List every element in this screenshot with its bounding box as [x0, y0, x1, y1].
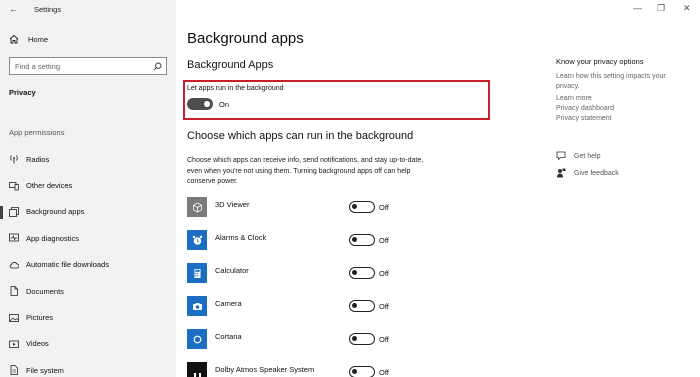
picture-icon — [9, 313, 19, 323]
sidebar-item-label: File system — [26, 365, 64, 375]
sidebar-item-documents[interactable]: Documents — [0, 278, 176, 304]
help-chat-icon — [556, 151, 566, 161]
search-input[interactable]: Find a setting — [9, 57, 167, 75]
camera-icon — [187, 296, 207, 316]
radio-icon — [9, 154, 19, 164]
app-toggle-state: Off — [379, 302, 389, 311]
app-row-camera: Camera Off — [187, 296, 407, 318]
sidebar-nav: Radios Other devices Background apps App… — [0, 146, 176, 377]
get-help-link[interactable]: Get help — [556, 151, 600, 161]
toggle-knob — [204, 101, 210, 107]
home-label: Home — [28, 34, 49, 44]
app-toggle[interactable] — [349, 267, 375, 279]
sidebar-item-label: Automatic file downloads — [26, 260, 109, 270]
app-row-3d-viewer: 3D Viewer Off — [187, 197, 407, 219]
home-icon — [9, 34, 19, 44]
home-link[interactable]: Home — [9, 34, 48, 44]
toggle-knob — [352, 204, 357, 209]
sidebar-item-label: Documents — [26, 286, 64, 296]
app-name: Calculator — [215, 266, 249, 275]
section-subtitle: Background Apps — [187, 59, 274, 71]
sidebar-item-label: Pictures — [26, 313, 54, 323]
app-row-alarms-clock: Alarms & Clock Off — [187, 230, 407, 252]
devices-icon — [9, 181, 19, 191]
toggle-knob — [352, 237, 357, 242]
video-icon — [9, 339, 19, 349]
app-toggle[interactable] — [349, 333, 375, 345]
sidebar-item-label: App diagnostics — [26, 233, 79, 243]
app-row-dolby-atmos: Dolby Atmos Speaker System Off — [187, 362, 407, 377]
privacy-options-title: Know your privacy options — [556, 57, 644, 66]
app-toggle-state: Off — [379, 203, 389, 212]
app-toggle-state: Off — [379, 335, 389, 344]
permissions-heading: App permissions — [9, 128, 65, 137]
sidebar-item-label: Radios — [26, 154, 50, 164]
master-background-toggle[interactable] — [187, 98, 213, 110]
privacy-options-text: Learn how this setting impacts your priv… — [556, 73, 666, 90]
page-title: Background apps — [187, 30, 304, 47]
app-name: Camera — [215, 299, 242, 308]
window-title: Settings — [34, 5, 62, 14]
cloud-icon — [9, 260, 19, 270]
app-toggle[interactable] — [349, 300, 375, 312]
sidebar-item-label: Videos — [26, 339, 49, 349]
diagnostics-icon — [9, 233, 19, 243]
toggle-knob — [352, 270, 357, 275]
back-arrow-icon[interactable]: ← — [9, 4, 18, 14]
sidebar-item-label: Background apps — [26, 207, 85, 217]
app-name: 3D Viewer — [215, 200, 250, 209]
cortana-icon — [187, 329, 207, 349]
give-feedback-label: Give feedback — [574, 169, 619, 177]
sidebar-item-label: Other devices — [26, 181, 73, 191]
sidebar-item-automatic-file-downloads[interactable]: Automatic file downloads — [0, 252, 176, 278]
privacy-statement-link[interactable]: Privacy statement — [556, 115, 612, 122]
sidebar-item-pictures[interactable]: Pictures — [0, 304, 176, 330]
app-toggle-state: Off — [379, 269, 389, 278]
search-icon[interactable] — [148, 62, 166, 71]
sidebar-item-file-system[interactable]: File system — [0, 357, 176, 377]
file-system-icon — [9, 365, 19, 376]
app-row-calculator: Calculator Off — [187, 263, 407, 285]
sidebar-item-radios[interactable]: Radios — [0, 146, 176, 172]
background-apps-icon — [9, 207, 19, 217]
toggle-knob — [352, 369, 357, 374]
app-toggle[interactable] — [349, 234, 375, 246]
app-name: Cortana — [215, 332, 242, 341]
app-toggle[interactable] — [349, 201, 375, 213]
give-feedback-link[interactable]: Give feedback — [556, 168, 619, 178]
section-privacy-label: Privacy — [9, 88, 36, 97]
master-toggle-label: Let apps run in the background — [187, 85, 284, 92]
app-toggle-state: Off — [379, 236, 389, 245]
search-placeholder: Find a setting — [15, 61, 61, 71]
sidebar-item-app-diagnostics[interactable]: App diagnostics — [0, 225, 176, 251]
toggle-knob — [352, 303, 357, 308]
description-text: Choose which apps can receive info, send… — [187, 157, 424, 185]
app-toggle-state: Off — [379, 368, 389, 377]
clock-icon — [187, 230, 207, 250]
sidebar-item-background-apps[interactable]: Background apps — [0, 199, 176, 225]
app-row-cortana: Cortana Off — [187, 329, 407, 351]
master-toggle-state: On — [219, 100, 230, 109]
sidebar-item-other-devices[interactable]: Other devices — [0, 172, 176, 198]
get-help-label: Get help — [574, 152, 601, 160]
sidebar-item-videos[interactable]: Videos — [0, 331, 176, 357]
feedback-person-icon — [557, 168, 566, 178]
calculator-icon — [187, 263, 207, 283]
toggle-knob — [352, 336, 357, 341]
app-name: Dolby Atmos Speaker System — [215, 365, 315, 374]
app-name: Alarms & Clock — [215, 233, 267, 242]
app-toggle[interactable] — [349, 366, 375, 377]
learn-more-link[interactable]: Learn more — [556, 95, 592, 102]
document-icon — [9, 286, 19, 297]
dolby-icon — [187, 362, 207, 377]
privacy-dashboard-link[interactable]: Privacy dashboard — [556, 105, 614, 112]
sidebar: ← Settings Home Find a setting Privacy A… — [0, 0, 176, 377]
choose-apps-heading: Choose which apps can run in the backgro… — [187, 130, 414, 142]
cube-icon — [187, 197, 207, 217]
